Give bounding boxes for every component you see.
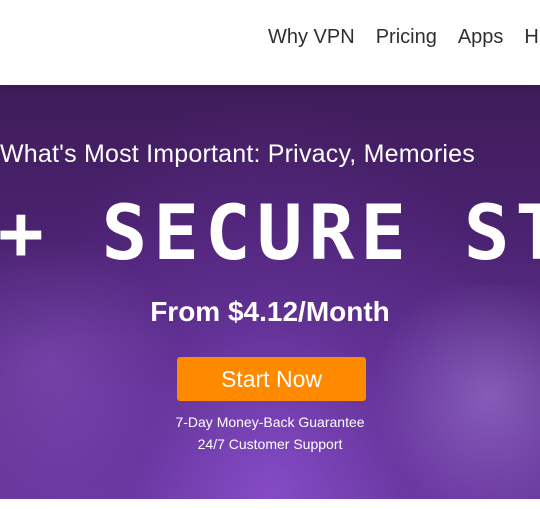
hero-subheading: What's Most Important: Privacy, Memories bbox=[0, 140, 475, 168]
nav-item-truncated[interactable]: H bbox=[524, 25, 538, 49]
start-now-button[interactable]: Start Now bbox=[177, 357, 366, 401]
top-navigation-bar: Why VPN Pricing Apps H bbox=[0, 0, 540, 85]
hero-price: From $4.12/Month bbox=[150, 296, 390, 327]
nav-item-why-vpn[interactable]: Why VPN bbox=[268, 25, 355, 49]
hero-banner: What's Most Important: Privacy, Memories… bbox=[0, 85, 540, 499]
nav-item-pricing[interactable]: Pricing bbox=[376, 25, 437, 49]
bottom-page-strip bbox=[0, 499, 540, 509]
page: Why VPN Pricing Apps H What's Most Impor… bbox=[0, 0, 540, 509]
nav-item-apps[interactable]: Apps bbox=[458, 25, 504, 49]
money-back-guarantee-text: 7-Day Money-Back Guarantee bbox=[175, 414, 365, 430]
main-nav: Why VPN Pricing Apps H bbox=[268, 25, 540, 49]
customer-support-text: 24/7 Customer Support bbox=[197, 436, 343, 452]
hero-headline: + SECURE STO bbox=[0, 188, 540, 277]
